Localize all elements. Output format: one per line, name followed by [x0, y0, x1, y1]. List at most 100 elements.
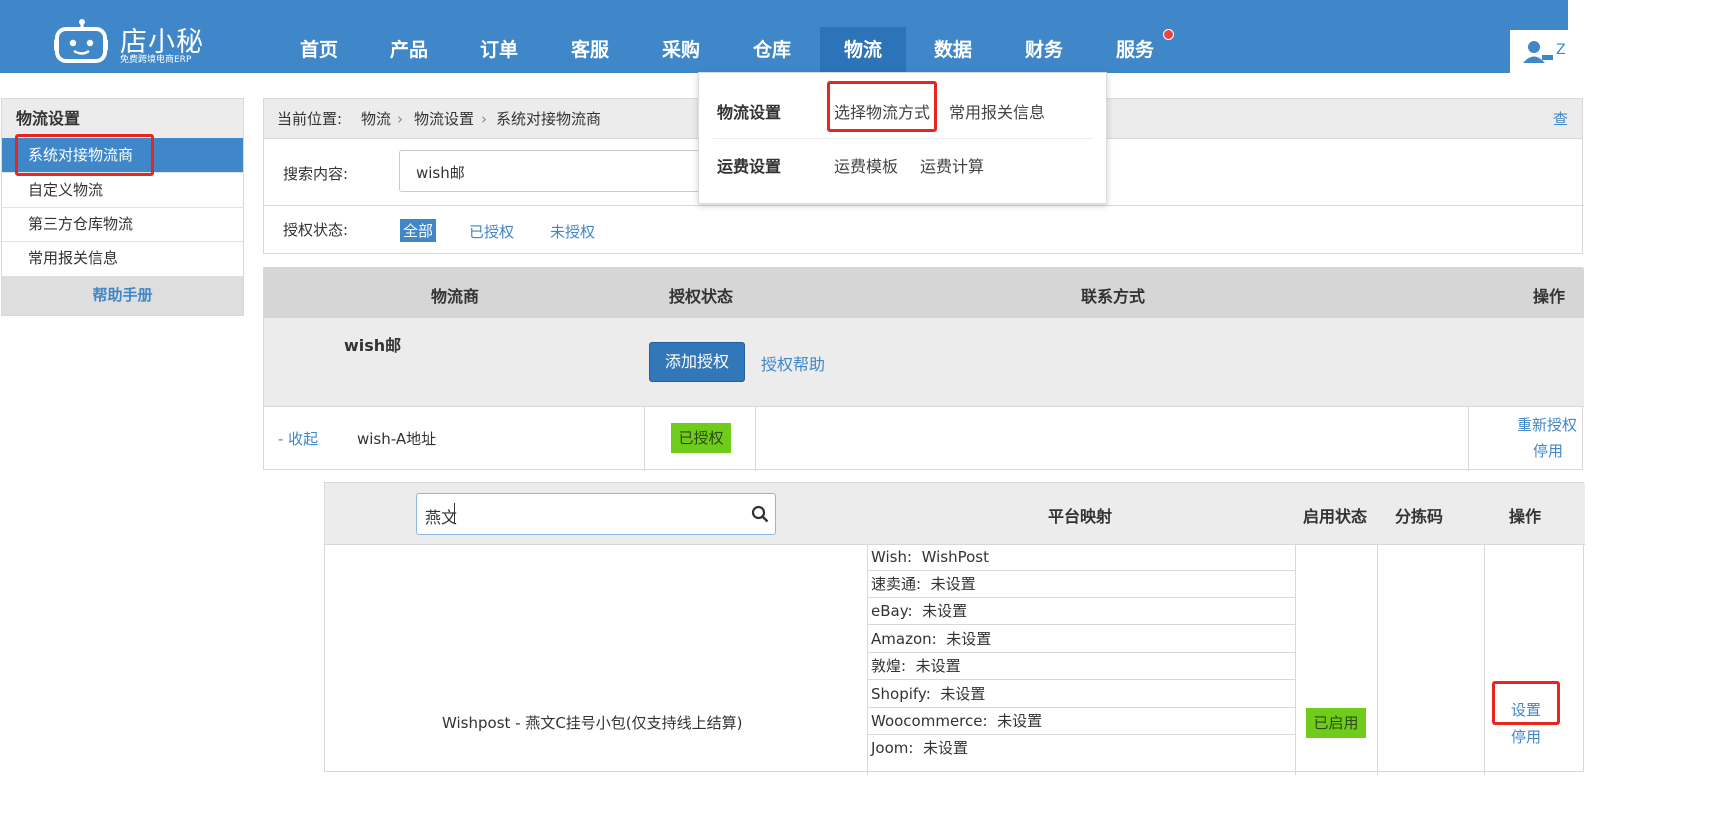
user-icon: [1523, 41, 1553, 63]
highlight-box: [15, 134, 154, 176]
divider: [644, 407, 645, 471]
mapping-platform: Amazon:: [871, 630, 937, 648]
highlight-box: [1492, 681, 1560, 725]
breadcrumb-item-settings[interactable]: 物流设置: [414, 99, 474, 139]
th-contact: 联系方式: [1081, 287, 1146, 306]
authorized-badge: 已授权: [671, 423, 731, 453]
search-label: 搜索内容:: [283, 165, 349, 183]
divider: [1295, 545, 1296, 775]
nav-warehouse[interactable]: 仓库: [733, 27, 811, 73]
text-cursor: [454, 503, 455, 523]
divider: [1468, 407, 1469, 471]
th-enable-status: 启用状态: [1303, 507, 1368, 526]
mapping-row: Joom: 未设置: [867, 735, 1295, 762]
nav-home[interactable]: 首页: [280, 27, 358, 73]
shipping-search-input[interactable]: 燕文: [416, 493, 776, 535]
filter-unauthorized[interactable]: 未授权: [550, 221, 595, 242]
help-manual-link[interactable]: 帮助手册: [2, 276, 243, 315]
dropdown-section-shipping-fee: 运费设置: [717, 157, 782, 176]
search-input[interactable]: wish邮: [399, 150, 719, 192]
mapping-value: 未设置: [915, 657, 961, 675]
breadcrumb-item-logistics[interactable]: 物流: [361, 99, 391, 139]
top-navbar: 店小秘 免费跨境电商ERP 首页 产品 订单 客服 采购 仓库 物流 数据 财务…: [0, 0, 1570, 73]
mapping-platform: Shopify:: [871, 685, 931, 703]
mapping-row: Shopify: 未设置: [867, 681, 1295, 708]
nav-purchase[interactable]: 采购: [642, 27, 720, 73]
mapping-value: 未设置: [997, 712, 1043, 730]
disable-shipping-link[interactable]: 停用: [1511, 726, 1541, 747]
mapping-row: Amazon: 未设置: [867, 626, 1295, 653]
mapping-value: 未设置: [930, 575, 976, 593]
mapping-platform: eBay:: [871, 602, 913, 620]
th-sort-code: 分拣码: [1395, 507, 1444, 526]
mapping-value: 未设置: [940, 685, 986, 703]
mapping-platform: Wish:: [871, 548, 913, 566]
dropdown-customs-info[interactable]: 常用报关信息: [949, 99, 1045, 123]
mapping-platform: Joom:: [871, 739, 914, 757]
mapping-row: Wish: WishPost: [867, 544, 1295, 571]
collapse-link[interactable]: - 收起: [278, 428, 318, 449]
logo[interactable]: 店小秘 免费跨境电商ERP: [54, 10, 214, 66]
dropdown-fee-calculator[interactable]: 运费计算: [920, 153, 984, 177]
user-menu[interactable]: Z: [1510, 30, 1570, 73]
auth-status-label: 授权状态:: [283, 221, 349, 239]
nav-data[interactable]: 数据: [914, 27, 992, 73]
breadcrumb-right-link[interactable]: 查: [1553, 99, 1568, 139]
dropdown-section-logistics-settings: 物流设置: [717, 103, 782, 122]
user-name: Z: [1556, 42, 1566, 58]
breadcrumb-separator: ›: [397, 110, 403, 128]
nav-products[interactable]: 产品: [370, 27, 448, 73]
breadcrumb-prefix: 当前位置:: [277, 110, 343, 128]
divider: [264, 205, 1584, 206]
sidebar-item-third-party-warehouse[interactable]: 第三方仓库物流: [2, 207, 243, 242]
mapping-row: 敦煌: 未设置: [867, 653, 1295, 680]
mapping-value: 未设置: [922, 602, 968, 620]
th-auth-status: 授权状态: [669, 287, 734, 306]
sidebar: 物流设置 系统对接物流商 自定义物流 第三方仓库物流 常用报关信息 帮助手册: [1, 98, 244, 316]
dropdown-fee-template[interactable]: 运费模板: [834, 153, 898, 177]
filter-authorized[interactable]: 已授权: [469, 221, 514, 242]
mapping-platform: 速卖通:: [871, 575, 922, 593]
filter-all[interactable]: 全部: [400, 219, 437, 242]
shipping-service-name: Wishpost - 燕文C挂号小包(仅支持线上结算): [442, 714, 743, 732]
search-icon[interactable]: [751, 505, 769, 523]
nav-logistics[interactable]: 物流: [820, 27, 906, 73]
divider: [755, 407, 756, 471]
highlight-box: [827, 81, 937, 132]
add-auth-button[interactable]: 添加授权: [649, 342, 745, 382]
sidebar-item-custom-logistics[interactable]: 自定义物流: [2, 173, 243, 208]
mapping-value: 未设置: [923, 739, 969, 757]
mapping-row: eBay: 未设置: [867, 598, 1295, 625]
mapping-value: 未设置: [946, 630, 992, 648]
notification-dot: [1163, 29, 1174, 40]
th-carrier: 物流商: [431, 287, 480, 306]
th-operation: 操作: [1509, 507, 1542, 526]
brand-subtitle: 免费跨境电商ERP: [120, 55, 192, 65]
search-input-value: wish邮: [416, 164, 465, 182]
shipping-search-value: 燕文: [425, 508, 458, 527]
sidebar-item-customs-info[interactable]: 常用报关信息: [2, 241, 243, 276]
disable-link[interactable]: 停用: [1533, 440, 1563, 461]
reauthorize-link[interactable]: 重新授权: [1517, 414, 1577, 435]
divider: [1484, 545, 1485, 775]
sidebar-title: 物流设置: [2, 99, 243, 138]
mapping-platform: Woocommerce:: [871, 712, 988, 730]
mapping-value: WishPost: [921, 548, 989, 566]
carrier-name: wish邮: [344, 336, 402, 355]
auth-help-link[interactable]: 授权帮助: [761, 351, 825, 375]
nav-orders[interactable]: 订单: [460, 27, 538, 73]
th-platform-mapping: 平台映射: [1048, 507, 1113, 526]
nav-finance[interactable]: 财务: [1005, 27, 1083, 73]
breadcrumb-item-current: 系统对接物流商: [496, 110, 602, 128]
mapping-row: Woocommerce: 未设置: [867, 708, 1295, 735]
divider: [1377, 545, 1378, 775]
nav-customer-service[interactable]: 客服: [551, 27, 629, 73]
th-actions: 操作: [1533, 287, 1566, 306]
mapping-platform: 敦煌:: [871, 657, 907, 675]
mapping-row: 速卖通: 未设置: [867, 571, 1295, 598]
carrier-row: [264, 318, 1584, 407]
carrier-table: 物流商 授权状态 联系方式 操作 wish邮 添加授权 授权帮助 - 收起 wi…: [263, 267, 1584, 471]
robot-logo-icon: [54, 19, 108, 63]
enabled-badge: 已启用: [1306, 708, 1366, 738]
account-name: wish-A地址: [357, 430, 437, 448]
